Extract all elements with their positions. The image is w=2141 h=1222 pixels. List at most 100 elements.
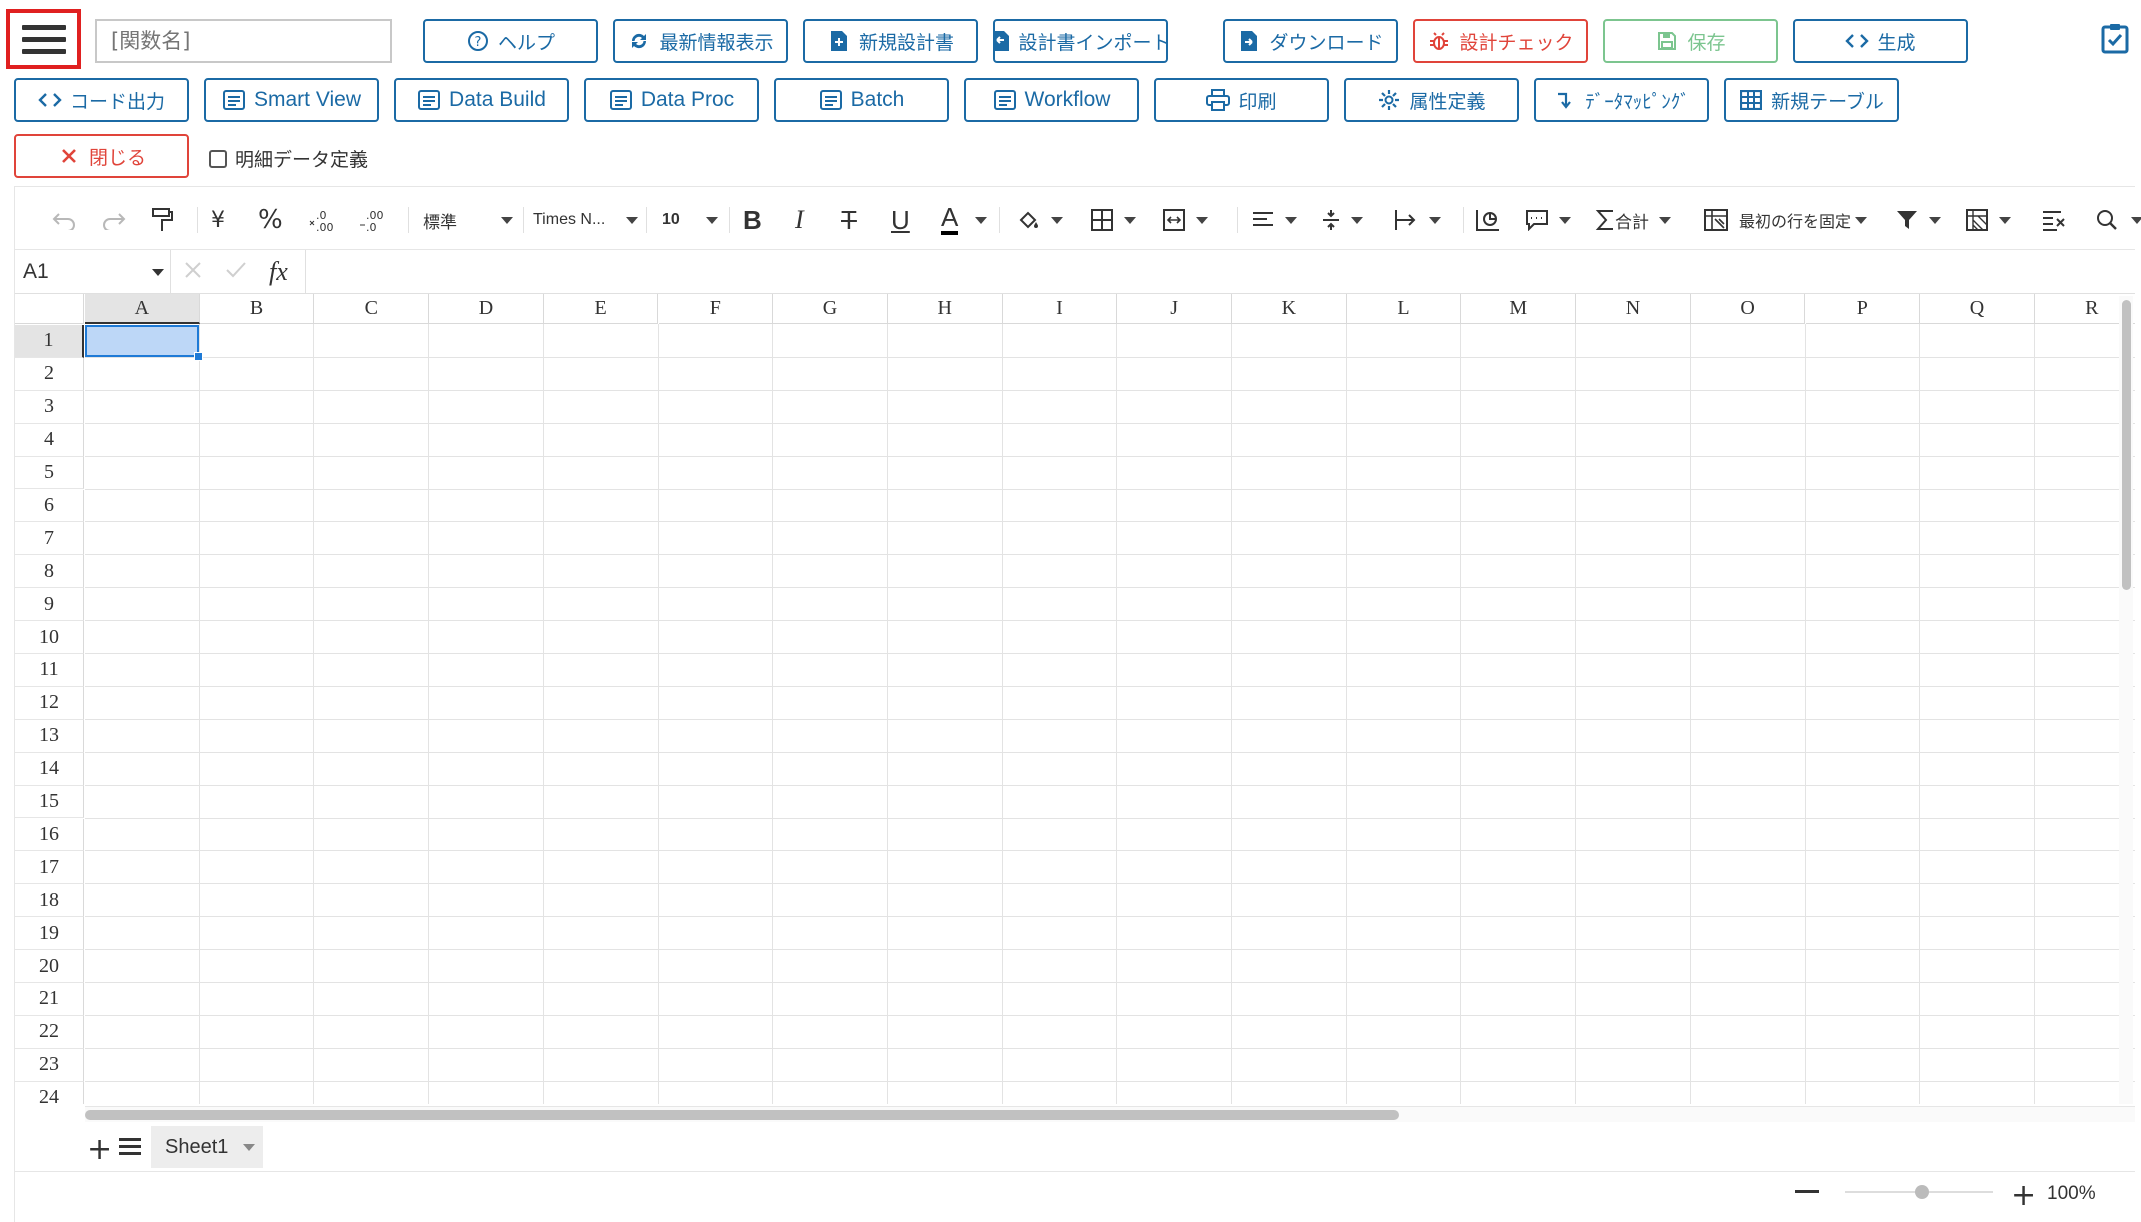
borders-icon[interactable] [1090,203,1136,237]
row-header-16[interactable]: 16 [15,818,84,852]
percent-format-button[interactable]: % [258,203,283,237]
font-color-button[interactable]: A [941,203,959,235]
row-header-18[interactable]: 18 [15,884,84,918]
row-header-10[interactable]: 10 [15,621,84,654]
add-sheet-icon[interactable]: + [87,1132,112,1167]
italic-button[interactable]: I [795,203,804,237]
row-header-12[interactable]: 12 [15,686,84,720]
print-button[interactable]: 印刷 [1154,78,1329,122]
row-header-20[interactable]: 20 [15,950,84,983]
column-header-f[interactable]: F [658,294,774,324]
hamburger-menu-button[interactable] [6,9,81,69]
strikethrough-button[interactable]: T [841,203,857,237]
download-button[interactable]: ダウンロード [1223,19,1398,63]
function-icon[interactable]: fx [269,257,288,287]
font-color-dropdown[interactable] [965,203,987,237]
zoom-in-icon[interactable]: + [2011,1178,2036,1213]
select-all-corner[interactable] [15,294,84,324]
design-check-button[interactable]: 設計チェック [1413,19,1588,63]
number-format-select[interactable]: 標準 [423,203,513,237]
selected-cell-a1[interactable] [85,325,199,357]
row-header-21[interactable]: 21 [15,983,84,1016]
column-header-h[interactable]: H [887,294,1003,324]
column-header-o[interactable]: O [1690,294,1806,324]
freeze-panes-button[interactable]: 最初の行を固定 [1703,203,1868,237]
checkbox-box[interactable] [209,149,227,168]
column-header-d[interactable]: D [429,294,544,324]
fill-color-icon[interactable] [1017,203,1063,237]
save-button[interactable]: 保存 [1603,19,1778,63]
chart-icon[interactable] [1475,203,1501,237]
zoom-out-icon[interactable] [1795,1190,1819,1193]
workflow-button[interactable]: Workflow [964,78,1139,122]
row-header-3[interactable]: 3 [15,390,84,424]
vertical-align-icon[interactable] [1321,203,1363,237]
detail-data-definition-checkbox[interactable]: 明細データ定義 [209,145,368,172]
cell-grid[interactable]: A B C D E F G H I J K L M N O P Q R 1 2 3 4 5 6 7 8 9 10 11 12 13 14 15 1… [15,294,2135,1104]
row-header-19[interactable]: 19 [15,917,84,951]
redo-icon[interactable] [101,203,127,237]
row-header-15[interactable]: 15 [15,785,84,819]
column-header-a[interactable]: A [85,294,200,324]
confirm-formula-icon[interactable] [225,260,247,284]
row-header-14[interactable]: 14 [15,752,84,786]
row-header-2[interactable]: 2 [15,357,84,391]
new-design-doc-button[interactable]: 新規設計書 [803,19,978,63]
column-header-i[interactable]: I [1002,294,1118,324]
font-name-select[interactable]: Times N... [533,203,638,237]
cell-reference-box[interactable]: A1 [15,250,171,294]
column-header-q[interactable]: Q [1920,294,2035,324]
formula-input[interactable] [315,250,2115,294]
row-header-8[interactable]: 8 [15,555,84,589]
clipboard-check-icon[interactable] [2100,22,2130,54]
attribute-definition-button[interactable]: 属性定義 [1344,78,1519,122]
row-header-7[interactable]: 7 [15,522,84,556]
filter-icon[interactable] [1895,203,1941,237]
merge-cells-icon[interactable] [1162,203,1208,237]
column-header-e[interactable]: E [543,294,659,324]
text-wrap-icon[interactable] [1393,203,1441,237]
help-button[interactable]: ? ヘルプ [423,19,598,63]
row-header-5[interactable]: 5 [15,456,84,490]
font-size-select[interactable]: 10 [662,203,718,237]
close-button[interactable]: 閉じる [14,134,189,178]
row-header-22[interactable]: 22 [15,1015,84,1049]
row-header-23[interactable]: 23 [15,1048,84,1082]
generate-button[interactable]: 生成 [1793,19,1968,63]
search-icon[interactable] [2095,203,2141,237]
currency-format-button[interactable]: ¥ [211,203,225,237]
sheet-tab[interactable]: Sheet1 [151,1126,263,1168]
function-name-input[interactable] [95,19,392,63]
row-header-1[interactable]: 1 [15,325,84,358]
smart-view-button[interactable]: Smart View [204,78,379,122]
bold-button[interactable]: B [743,203,762,237]
row-header-24[interactable]: 24 [15,1081,84,1104]
row-header-6[interactable]: 6 [15,489,84,523]
row-header-17[interactable]: 17 [15,851,84,885]
vertical-scroll-thumb[interactable] [2122,300,2131,590]
undo-icon[interactable] [51,203,77,237]
decrease-decimal-icon[interactable]: .0.00 [308,203,336,237]
column-header-g[interactable]: G [773,294,888,324]
column-header-b[interactable]: B [199,294,315,324]
format-painter-icon[interactable] [151,203,175,237]
import-design-doc-button[interactable]: 設計書インポート [992,19,1171,63]
clear-format-icon[interactable] [2041,203,2067,237]
row-header-11[interactable]: 11 [15,654,84,687]
row-header-9[interactable]: 9 [15,588,84,622]
batch-button[interactable]: Batch [774,78,949,122]
comment-icon[interactable] [1525,203,1571,237]
zoom-slider-handle[interactable] [1915,1185,1929,1199]
vertical-scrollbar[interactable] [2119,296,2133,1104]
column-header-l[interactable]: L [1346,294,1462,324]
conditional-format-icon[interactable] [1965,203,2011,237]
column-header-k[interactable]: K [1232,294,1347,324]
data-mapping-button[interactable]: ﾃﾞｰﾀﾏｯﾋﾟﾝｸﾞ [1534,78,1709,122]
data-proc-button[interactable]: Data Proc [584,78,759,122]
code-output-button[interactable]: コード出力 [14,78,189,122]
row-header-4[interactable]: 4 [15,423,84,457]
column-header-p[interactable]: P [1805,294,1921,324]
sheet-list-icon[interactable] [119,1134,141,1159]
autosum-button[interactable]: 合計 [1595,203,1671,237]
cancel-formula-icon[interactable] [183,260,203,284]
